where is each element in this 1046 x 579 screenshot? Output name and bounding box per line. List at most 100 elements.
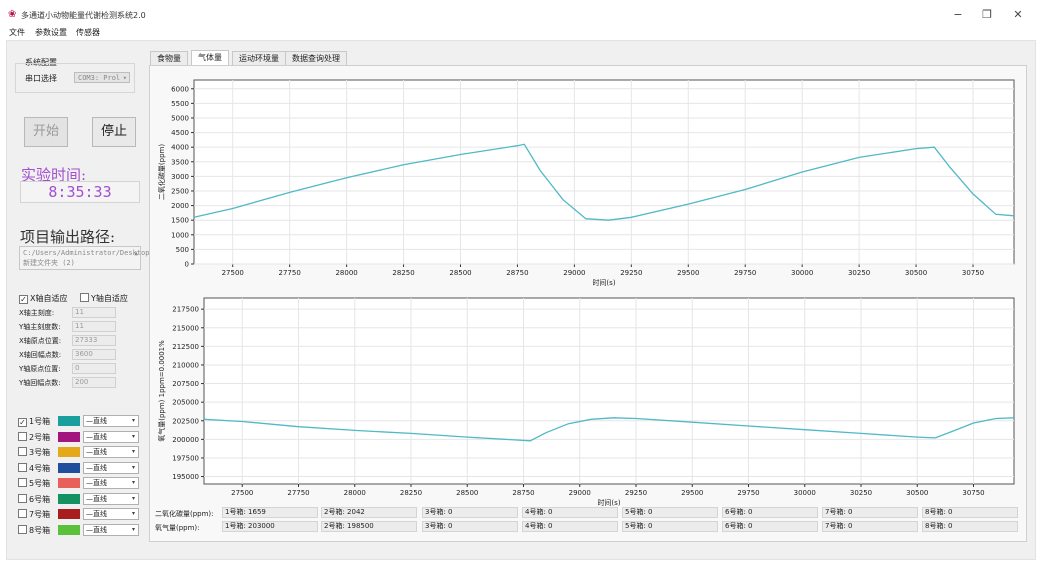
box-checkbox[interactable]: 2号箱: [18, 431, 51, 443]
line-sample-icon: —: [86, 479, 93, 487]
line-style-select[interactable]: —直线 ▾: [83, 461, 139, 474]
x-tick-label: 30750: [962, 269, 984, 277]
tab-food[interactable]: 食物量: [150, 51, 188, 65]
y-tick-label: 500: [176, 246, 189, 254]
line-style-value: 直线: [93, 448, 107, 456]
box-color-swatch[interactable]: [58, 431, 80, 442]
box-checkbox[interactable]: 5号箱: [18, 478, 50, 489]
y-tick-label: 202500: [172, 417, 199, 425]
box-checkbox[interactable]: 6号箱: [18, 493, 50, 505]
axis-param-input[interactable]: 0: [72, 363, 116, 374]
y-tick-label: 207500: [172, 380, 199, 388]
x-tick-label: 28250: [392, 269, 414, 277]
minimize-button[interactable]: −: [950, 8, 966, 21]
box-row: 6号箱 —直线 ▾: [18, 492, 142, 507]
checkbox-icon: [18, 509, 27, 518]
box-row: 2号箱 —直线 ▾: [18, 430, 142, 445]
checkbox-icon: [18, 493, 27, 503]
line-style-select[interactable]: —直线 ▾: [83, 415, 139, 427]
box-color-swatch[interactable]: [58, 509, 80, 519]
line-style-select[interactable]: —直线 ▾: [83, 477, 139, 489]
checkbox-icon: [18, 462, 27, 472]
x-axis-label: 时间(s): [597, 498, 620, 507]
x-tick-label: 27750: [287, 489, 309, 497]
y-tick-label: 5500: [171, 100, 189, 108]
y-tick-label: 1000: [171, 231, 189, 239]
close-button[interactable]: ✕: [1010, 8, 1026, 21]
y-tick-label: 5000: [171, 114, 189, 122]
box-checkbox[interactable]: 7号箱: [18, 509, 50, 520]
box-checkbox[interactable]: 3号箱: [18, 447, 50, 458]
start-button[interactable]: 开始: [24, 117, 68, 147]
y-tick-label: 3500: [171, 158, 189, 166]
axis-param-input[interactable]: 200: [72, 377, 116, 388]
o2-reading-cell: 7号箱: 0: [822, 521, 918, 532]
box-row: 3号箱 —直线 ▾: [18, 446, 142, 460]
stop-button[interactable]: 停止: [92, 117, 136, 147]
tab-data-query[interactable]: 数据查询处理: [285, 51, 347, 65]
axis-param-input[interactable]: 11: [72, 307, 116, 318]
x-tick-label: 30000: [791, 269, 813, 277]
y-auto-checkbox[interactable]: Y轴自适应: [80, 293, 128, 304]
plot-frame: [193, 79, 1015, 265]
menu-file[interactable]: 文件: [9, 27, 25, 38]
line-style-select[interactable]: —直线 ▾: [83, 446, 139, 458]
checkbox-icon: ✓: [18, 418, 27, 427]
o2-reading-cell: 1号箱: 203000: [222, 521, 318, 532]
box-checkbox[interactable]: ✓ 1号箱: [18, 416, 50, 427]
scroll-up-icon[interactable]: ▲: [134, 249, 138, 259]
box-row: 7号箱 —直线 ▾: [18, 508, 142, 522]
axis-param-input[interactable]: 27333: [72, 335, 116, 346]
box-color-swatch[interactable]: [58, 462, 80, 473]
x-tick-label: 28250: [400, 489, 422, 497]
tab-motion-env[interactable]: 运动环境量: [232, 51, 286, 65]
app-logo-icon: ❀: [8, 9, 17, 20]
x-tick-label: 28500: [456, 489, 478, 497]
line-style-select[interactable]: —直线 ▾: [83, 430, 139, 443]
box-color-swatch[interactable]: [58, 524, 80, 535]
axis-param-label: X轴原点位置:: [19, 337, 62, 345]
axis-param-input[interactable]: 3600: [72, 349, 116, 360]
o2-reading-cell: 8号箱: 0: [922, 521, 1018, 532]
x-tick-label: 28500: [449, 269, 471, 277]
x-axis-label: 时间(s): [592, 278, 615, 287]
axis-param-label: X轴回幅点数:: [19, 351, 62, 359]
y-tick-label: 210000: [172, 361, 199, 369]
box-color-swatch[interactable]: [58, 493, 80, 504]
line-sample-icon: —: [86, 525, 93, 534]
x-tick-label: 30000: [794, 489, 816, 497]
y-tick-label: 212500: [172, 343, 199, 351]
port-select[interactable]: COM3: Prol ▾: [74, 72, 130, 83]
restore-button[interactable]: ❐: [979, 8, 995, 21]
co2-reading-cell: 8号箱: 0: [922, 507, 1018, 518]
box-checkbox[interactable]: 4号箱: [18, 462, 50, 474]
output-path-field[interactable]: C:/Users/Administrator/Desktop/新建文件夹 (2)…: [19, 246, 154, 270]
box-checkbox[interactable]: 8号箱: [18, 524, 50, 536]
x-tick-label: 27500: [222, 269, 244, 277]
box-color-swatch[interactable]: [58, 447, 80, 457]
chevron-down-icon: ▾: [131, 417, 135, 424]
chevron-down-icon: ▾: [131, 463, 135, 471]
experiment-time-value: 8:35:33: [20, 181, 140, 203]
menu-sensor[interactable]: 传感器: [76, 27, 100, 38]
line-sample-icon: —: [86, 494, 93, 503]
tab-gas[interactable]: 气体量: [191, 50, 229, 65]
menu-parameters[interactable]: 参数设置: [35, 27, 67, 38]
line-style-select[interactable]: —直线 ▾: [83, 523, 139, 536]
box-color-swatch[interactable]: [58, 416, 80, 426]
axis-param-input[interactable]: 11: [72, 321, 116, 332]
chart-area: 27500 27750 28000 28250 28500 28750 29000 29250…: [149, 65, 1027, 542]
line-style-select[interactable]: —直线 ▾: [83, 508, 139, 520]
plot-frame: [203, 297, 1015, 485]
line-style-select[interactable]: —直线 ▾: [83, 492, 139, 505]
box-color-swatch[interactable]: [58, 478, 80, 488]
x-tick-label: 30750: [962, 489, 984, 497]
box-label: 2号箱: [29, 432, 51, 442]
line-sample-icon: —: [86, 417, 93, 425]
box-row: 8号箱 —直线 ▾: [18, 523, 142, 538]
checkbox-icon: [18, 478, 27, 487]
output-path-label: 项目输出路径:: [20, 228, 116, 246]
x-auto-checkbox[interactable]: ✓ X轴自适应: [19, 293, 67, 304]
y-tick-label: 4000: [171, 144, 189, 152]
co2-reading-cell: 7号箱: 0: [822, 507, 918, 518]
